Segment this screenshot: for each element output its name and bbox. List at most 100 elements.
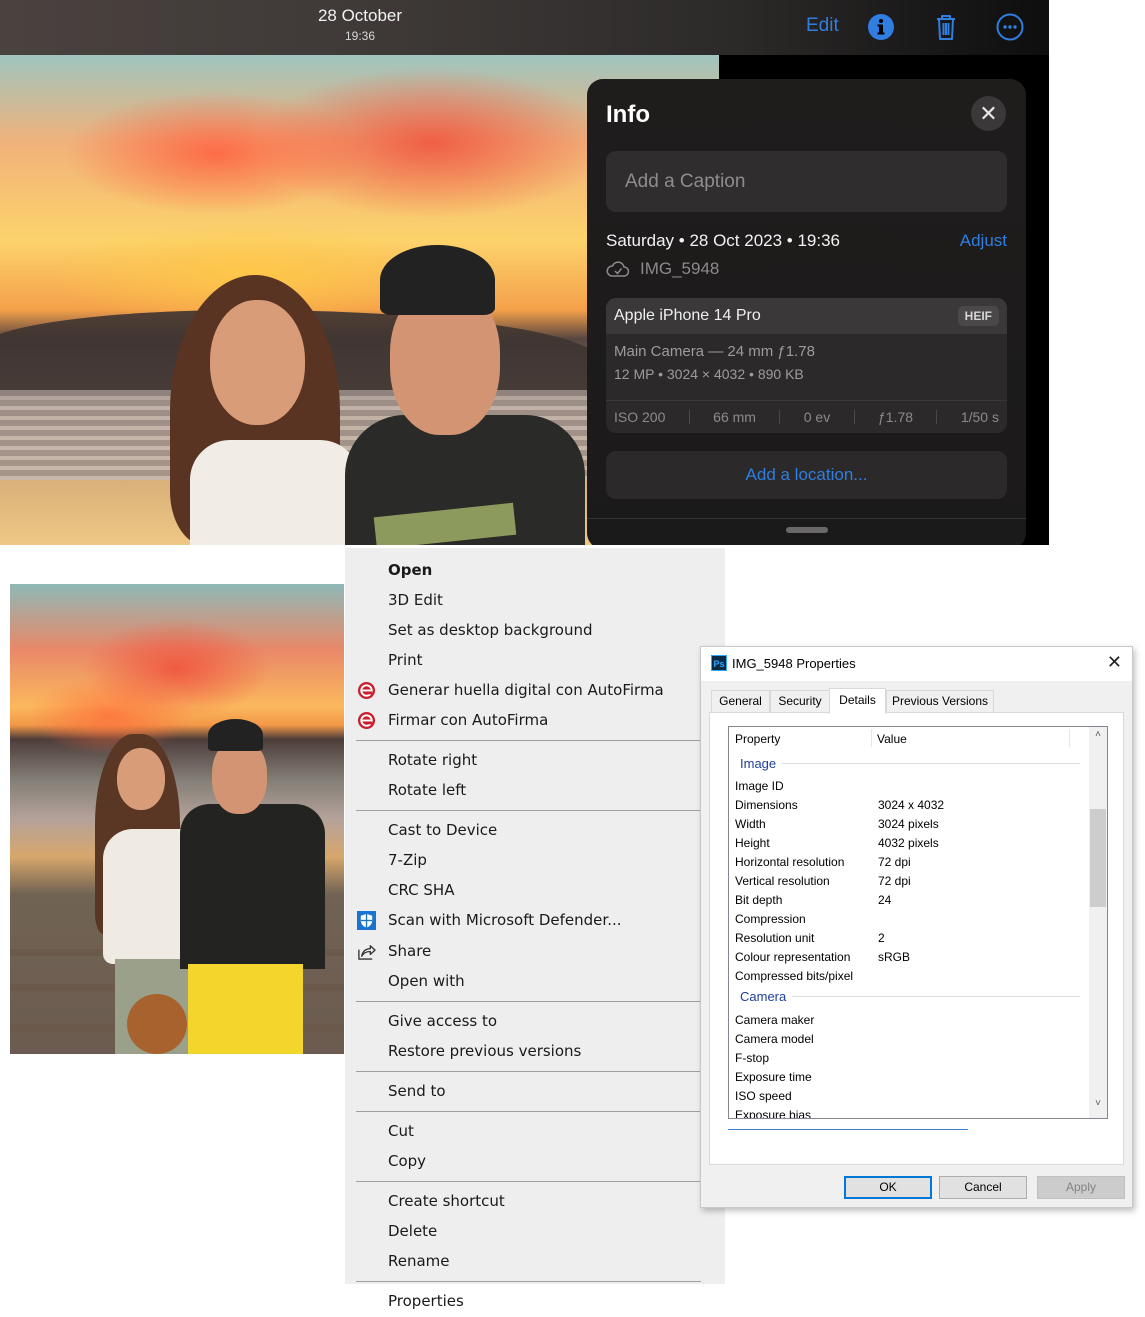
adjust-date-button[interactable]: Adjust xyxy=(960,231,1007,251)
photo-person-man xyxy=(180,719,330,1054)
menu-item-3d-edit[interactable]: 3D Edit xyxy=(345,585,725,615)
menu-item-rename[interactable]: Rename xyxy=(345,1246,725,1276)
menu-separator xyxy=(356,1071,701,1072)
share-icon xyxy=(358,945,376,960)
trash-icon[interactable] xyxy=(931,12,961,42)
table-row[interactable]: Colour representation sRGB xyxy=(735,948,1085,967)
tab-general[interactable]: General xyxy=(711,690,770,712)
caption-input[interactable] xyxy=(606,151,1007,212)
table-row[interactable]: Resolution unit 2 xyxy=(735,929,1085,948)
menu-item-7zip[interactable]: 7-Zip xyxy=(345,845,725,875)
table-row[interactable]: Compressed bits/pixel xyxy=(735,967,1085,986)
menu-separator xyxy=(356,1281,701,1282)
photo-time: 19:36 xyxy=(344,29,376,43)
menu-item-give-access[interactable]: Give access to xyxy=(345,1006,725,1036)
tab-security[interactable]: Security xyxy=(770,690,830,712)
vertical-scrollbar[interactable]: ˄ ˅ xyxy=(1089,727,1107,1118)
menu-item-send-to[interactable]: Send to xyxy=(345,1076,725,1106)
edit-button[interactable]: Edit xyxy=(806,15,839,37)
table-row[interactable]: Height 4032 pixels xyxy=(735,834,1085,853)
tab-previous-versions[interactable]: Previous Versions xyxy=(886,690,994,712)
close-button[interactable]: ✕ xyxy=(971,96,1006,131)
group-header-camera: Camera xyxy=(740,989,1080,1004)
menu-item-copy[interactable]: Copy xyxy=(345,1146,725,1176)
table-row[interactable]: Camera model xyxy=(735,1030,1085,1049)
capture-datetime: Saturday • 28 Oct 2023 • 19:36 xyxy=(606,231,840,250)
add-location-button[interactable]: Add a location... xyxy=(606,451,1007,499)
table-row[interactable]: Camera maker xyxy=(735,1011,1085,1030)
scrollbar-thumb[interactable] xyxy=(1090,809,1106,907)
menu-item-autofirma-hash[interactable]: Generar huella digital con AutoFirma xyxy=(345,675,725,705)
camera-info-card: Apple iPhone 14 Pro HEIF Main Camera — 2… xyxy=(606,298,1007,433)
table-row[interactable]: Horizontal resolution 72 dpi xyxy=(735,853,1085,872)
group-header-image: Image xyxy=(740,756,1080,771)
file-name: IMG_5948 xyxy=(640,259,720,278)
details-tab-panel: Property Value Image Image ID Dimensions… xyxy=(709,712,1124,1165)
file-name-row: IMG_5948 xyxy=(606,259,719,279)
menu-item-cut[interactable]: Cut xyxy=(345,1116,725,1146)
context-menu: Open 3D Edit Set as desktop background P… xyxy=(345,548,725,1317)
info-icon[interactable] xyxy=(866,12,896,42)
table-row[interactable]: Image ID xyxy=(735,777,1085,796)
format-badge: HEIF xyxy=(957,306,999,326)
sheet-grabber[interactable] xyxy=(786,527,828,533)
close-icon: ✕ xyxy=(979,101,998,126)
menu-item-set-desktop-background[interactable]: Set as desktop background xyxy=(345,615,725,645)
menu-item-restore-previous-versions[interactable]: Restore previous versions xyxy=(345,1036,725,1066)
properties-dialog: Ps IMG_5948 Properties ✕ General Securit… xyxy=(700,646,1133,1208)
defender-shield-icon xyxy=(357,911,376,930)
menu-item-crc-sha[interactable]: CRC SHA xyxy=(345,875,725,905)
autofirma-icon xyxy=(357,711,376,730)
exif-iso: ISO 200 xyxy=(614,409,666,425)
file-thumbnail[interactable] xyxy=(10,584,344,1054)
table-row[interactable]: F-stop xyxy=(735,1049,1085,1068)
exif-shutter: 1/50 s xyxy=(960,409,999,425)
autofirma-icon xyxy=(357,681,376,700)
ok-button[interactable]: OK xyxy=(844,1176,932,1199)
menu-item-rotate-left[interactable]: Rotate left xyxy=(345,775,725,805)
more-icon[interactable] xyxy=(995,12,1025,42)
property-list[interactable]: Property Value Image Image ID Dimensions… xyxy=(728,726,1108,1119)
menu-item-properties[interactable]: Properties xyxy=(345,1284,725,1317)
menu-separator xyxy=(356,1181,701,1182)
table-row[interactable]: Dimensions 3024 x 4032 xyxy=(735,796,1085,815)
exif-focal-length: 66 mm xyxy=(713,409,756,425)
close-button[interactable]: ✕ xyxy=(1107,652,1122,673)
close-icon: ✕ xyxy=(1106,652,1122,672)
image-specs: 12 MP • 3024 × 4032 • 890 KB xyxy=(614,366,804,382)
menu-item-cast-to-device[interactable]: Cast to Device xyxy=(345,815,725,845)
table-row[interactable]: Width 3024 pixels xyxy=(735,815,1085,834)
table-row[interactable]: Exposure bias xyxy=(735,1106,1085,1118)
scroll-down-icon[interactable]: ˅ xyxy=(1089,1098,1107,1116)
table-row[interactable]: ISO speed xyxy=(735,1087,1085,1106)
ios-top-bar: 28 October 19:36 Edit xyxy=(0,0,1049,55)
menu-separator xyxy=(356,1111,701,1112)
photo-person-woman xyxy=(170,275,360,545)
menu-item-share[interactable]: Share xyxy=(345,936,725,966)
table-row[interactable]: Compression xyxy=(735,910,1085,929)
camera-model: Apple iPhone 14 Pro xyxy=(614,307,761,324)
table-row[interactable]: Exposure time xyxy=(735,1068,1085,1087)
apply-button[interactable]: Apply xyxy=(1037,1176,1125,1199)
column-header-value[interactable]: Value xyxy=(877,732,907,746)
table-row[interactable]: Bit depth 24 xyxy=(735,891,1085,910)
menu-item-open[interactable]: Open xyxy=(345,555,725,585)
list-header: Property Value xyxy=(729,727,1107,749)
column-header-property[interactable]: Property xyxy=(735,732,780,746)
scroll-up-icon[interactable]: ˄ xyxy=(1089,729,1107,747)
tab-details[interactable]: Details xyxy=(829,688,886,714)
menu-item-delete[interactable]: Delete xyxy=(345,1216,725,1246)
menu-item-autofirma-sign[interactable]: Firmar con AutoFirma xyxy=(345,705,725,735)
remove-properties-link[interactable] xyxy=(728,1129,968,1130)
table-row[interactable]: Vertical resolution 72 dpi xyxy=(735,872,1085,891)
menu-item-open-with[interactable]: Open with xyxy=(345,966,725,996)
photo-person-man xyxy=(345,245,585,545)
cancel-button[interactable]: Cancel xyxy=(939,1176,1027,1199)
menu-separator xyxy=(356,810,701,811)
menu-item-create-shortcut[interactable]: Create shortcut xyxy=(345,1186,725,1216)
dialog-title: IMG_5948 Properties xyxy=(732,656,856,671)
menu-item-scan-defender[interactable]: Scan with Microsoft Defender... xyxy=(345,905,725,935)
info-title: Info xyxy=(606,101,650,128)
menu-item-rotate-right[interactable]: Rotate right xyxy=(345,745,725,775)
menu-item-print[interactable]: Print xyxy=(345,645,725,675)
